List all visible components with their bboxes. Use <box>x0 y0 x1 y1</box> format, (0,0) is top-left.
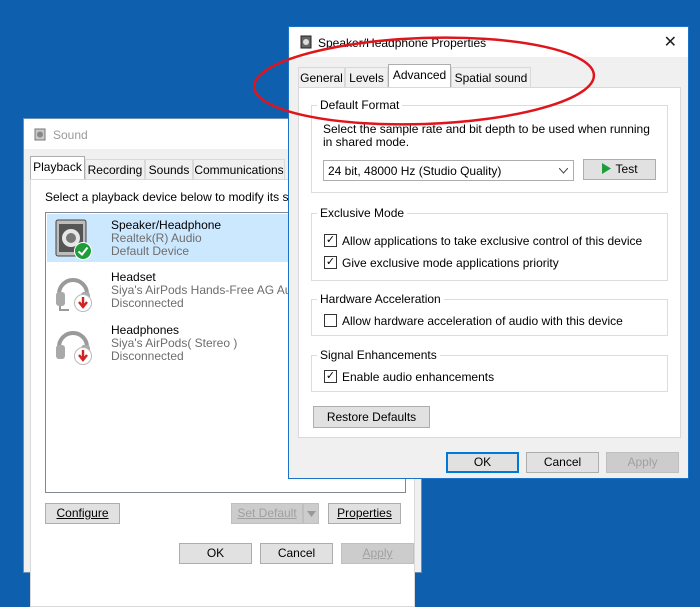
configure-button[interactable]: Configure <box>45 503 120 524</box>
tab-playback[interactable]: Playback <box>30 156 85 179</box>
device-driver-headset: Siya's AirPods Hands-Free AG Audi <box>111 283 301 297</box>
tab-communications[interactable]: Communications <box>193 159 285 179</box>
audio-enhancements-label: Enable audio enhancements <box>342 370 495 384</box>
sound-title: Sound <box>53 128 88 142</box>
properties-button[interactable]: Properties <box>328 503 401 524</box>
device-name-headphones: Headphones <box>111 323 180 337</box>
default-check-icon <box>74 242 92 260</box>
restore-defaults-button[interactable]: Restore Defaults <box>313 406 430 428</box>
exclusive-control-label: Allow applications to take exclusive con… <box>342 234 643 248</box>
playback-instruction: Select a playback device below to modify… <box>45 190 302 204</box>
set-default-button: Set Default <box>231 503 303 524</box>
tab-recording[interactable]: Recording <box>85 159 145 179</box>
tab-sounds[interactable]: Sounds <box>145 159 193 179</box>
sample-rate-value: 24 bit, 48000 Hz (Studio Quality) <box>328 164 502 178</box>
tab-spatial-sound[interactable]: Spatial sound <box>451 67 531 87</box>
sample-rate-select[interactable]: 24 bit, 48000 Hz (Studio Quality) <box>323 160 574 181</box>
properties-cancel-button[interactable]: Cancel <box>526 452 599 473</box>
sound-apply-button: Apply <box>341 543 414 564</box>
device-status-speaker: Default Device <box>111 244 190 258</box>
advanced-panel: Default Format Select the sample rate an… <box>298 87 681 438</box>
hardware-acceleration-option: Allow hardware acceleration of audio wit… <box>342 314 623 328</box>
sound-ok-button[interactable]: OK <box>179 543 252 564</box>
device-driver-headphones: Siya's AirPods( Stereo ) <box>111 336 238 350</box>
play-icon <box>602 163 612 174</box>
disconnected-icon <box>74 294 92 312</box>
exclusive-control-checkbox[interactable]: ✓ <box>324 234 337 247</box>
device-status-headphones: Disconnected <box>111 349 184 363</box>
test-button[interactable]: Test <box>583 159 656 180</box>
audio-enhancements-checkbox[interactable]: ✓ <box>324 370 337 383</box>
close-icon[interactable]: ✕ <box>664 32 677 52</box>
properties-tabs: General Levels Advanced Spatial sound <box>298 64 678 87</box>
exclusive-priority-checkbox[interactable]: ✓ <box>324 256 337 269</box>
signal-enhancements-label: Signal Enhancements <box>317 348 440 362</box>
properties-titlebar[interactable]: Speaker/Headphone Properties ✕ <box>289 27 688 57</box>
chevron-down-icon <box>559 168 568 174</box>
tab-general[interactable]: General <box>298 67 345 87</box>
chevron-down-icon <box>306 511 316 517</box>
tab-advanced[interactable]: Advanced <box>388 64 451 87</box>
properties-dialog: Speaker/Headphone Properties ✕ General L… <box>288 26 689 479</box>
device-driver-speaker: Realtek(R) Audio <box>111 231 202 245</box>
speaker-icon <box>34 128 46 141</box>
device-name-speaker: Speaker/Headphone <box>111 218 222 232</box>
exclusive-mode-label: Exclusive Mode <box>317 206 408 220</box>
hardware-acceleration-label: Hardware Acceleration <box>317 292 444 306</box>
disconnected-icon <box>74 347 92 365</box>
properties-ok-button[interactable]: OK <box>446 452 519 473</box>
speaker-icon <box>300 35 312 49</box>
exclusive-priority-label: Give exclusive mode applications priorit… <box>342 256 559 270</box>
hardware-acceleration-checkbox[interactable] <box>324 314 337 327</box>
default-format-label: Default Format <box>317 98 403 112</box>
device-name-headset: Headset <box>111 270 156 284</box>
properties-title: Speaker/Headphone Properties <box>318 36 487 50</box>
default-format-description-1: Select the sample rate and bit depth to … <box>323 122 650 136</box>
properties-apply-button: Apply <box>606 452 679 473</box>
device-status-headset: Disconnected <box>111 296 184 310</box>
tab-levels[interactable]: Levels <box>345 67 388 87</box>
set-default-dropdown <box>303 503 319 524</box>
default-format-description-2: in shared mode. <box>323 135 410 149</box>
sound-cancel-button[interactable]: Cancel <box>260 543 333 564</box>
